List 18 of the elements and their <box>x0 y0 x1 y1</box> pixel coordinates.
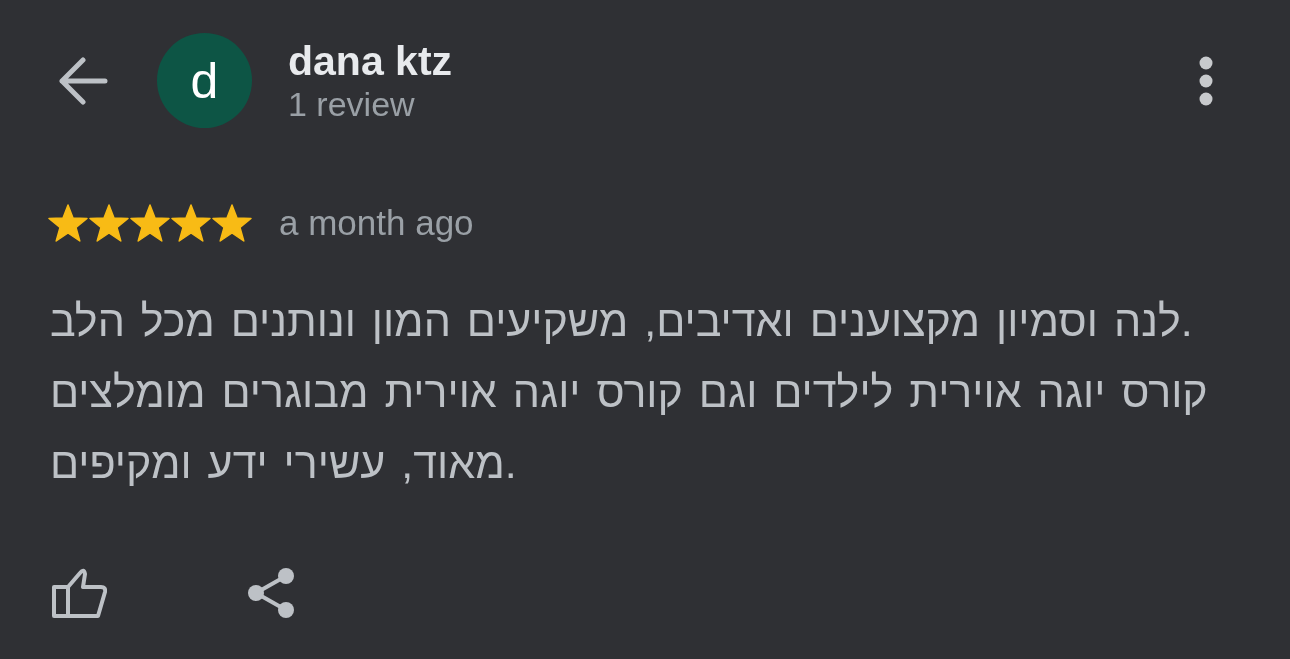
back-arrow-icon <box>58 56 108 105</box>
star-icon <box>48 204 88 242</box>
avatar: d <box>157 33 252 128</box>
back-button[interactable] <box>58 56 108 105</box>
review-count: 1 review <box>288 83 416 124</box>
reviewer-name: dana ktz <box>288 37 453 84</box>
share-button[interactable] <box>247 567 295 619</box>
more-options-button[interactable] <box>1199 55 1213 106</box>
star-icon <box>212 204 252 242</box>
star-icon <box>171 204 211 242</box>
star-icon <box>130 204 170 242</box>
review-time: a month ago <box>279 203 474 243</box>
kebab-menu-icon <box>1199 55 1213 106</box>
thumbs-up-icon <box>51 567 107 619</box>
share-icon <box>247 567 295 619</box>
like-button[interactable] <box>51 567 107 619</box>
star-icon <box>89 204 129 242</box>
review-text: לנה וסמיון מקצוענים ואדיבים, משקיעים המון ונותנים מכל הלב. קורס יוגה אוירית לילדים וגם קורס יוגה אוירית מבוגרים מומלצים מאוד, עשירי ידע ומקיפים. <box>49 296 1209 489</box>
